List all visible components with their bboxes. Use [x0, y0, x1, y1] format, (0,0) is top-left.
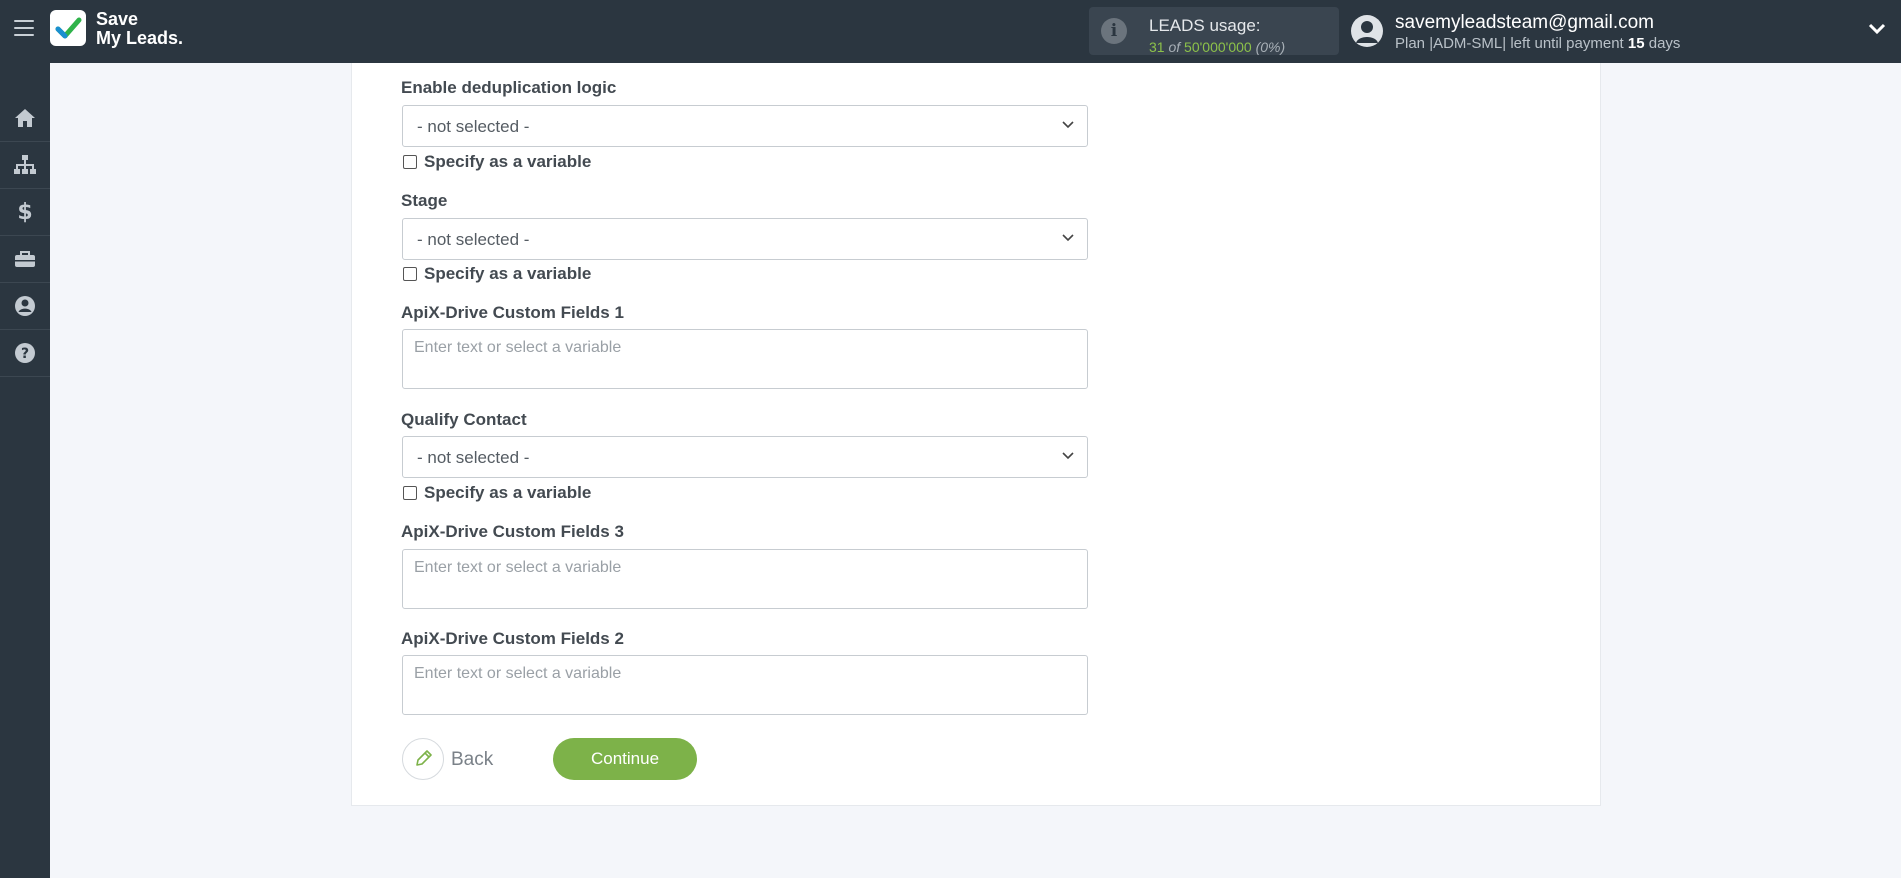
variable-option-stage: Specify as a variable	[403, 264, 591, 284]
field-label-custom-fields-2: ApiX-Drive Custom Fields 2	[401, 629, 624, 648]
usage-title: LEADS usage:	[1149, 16, 1261, 35]
plan-days: 15	[1627, 35, 1645, 52]
variable-checkbox-label: Specify as a variable	[424, 264, 592, 283]
variable-option-qualify-contact: Specify as a variable	[403, 483, 591, 503]
home-icon	[15, 109, 35, 127]
sidebar-item-connections[interactable]	[0, 142, 50, 189]
variable-option-deduplication: Specify as a variable	[403, 152, 591, 172]
sidebar-item-projects[interactable]	[0, 236, 50, 283]
help-icon: ?	[15, 343, 35, 363]
logo-line2: My Leads.	[96, 28, 184, 48]
custom-fields-1-box	[402, 329, 1088, 389]
custom-fields-2-input[interactable]	[412, 664, 1056, 684]
back-label[interactable]: Back	[451, 749, 493, 771]
plan-info: Plan |ADM-SML| left until payment 15 day…	[1395, 35, 1680, 52]
select-value: - not selected -	[417, 117, 530, 136]
usage-of: of	[1168, 39, 1181, 55]
svg-text:?: ?	[21, 346, 29, 362]
usage-percent: (0%)	[1255, 39, 1286, 55]
custom-fields-3-box	[402, 549, 1088, 609]
sidebar-item-billing[interactable]: $	[0, 189, 50, 236]
select-value: - not selected -	[417, 230, 530, 249]
variable-checkbox-label: Specify as a variable	[424, 152, 592, 171]
briefcase-icon	[15, 251, 35, 267]
avatar-icon[interactable]	[1351, 15, 1383, 47]
custom-fields-1-input[interactable]	[412, 338, 1056, 358]
field-label-deduplication: Enable deduplication logic	[401, 78, 617, 97]
chevron-down-icon	[1062, 121, 1074, 129]
top-bar: Save My Leads. i LEADS usage: 31 of 50'0…	[0, 0, 1901, 63]
info-icon: i	[1101, 18, 1127, 44]
sidebar-item-home[interactable]	[0, 95, 50, 142]
variable-checkbox[interactable]	[403, 267, 417, 281]
qualify-contact-select[interactable]: - not selected -	[402, 436, 1088, 478]
dollar-icon: $	[17, 199, 33, 225]
select-value: - not selected -	[417, 448, 530, 467]
plan-suffix: days	[1648, 35, 1681, 52]
variable-checkbox[interactable]	[403, 155, 417, 169]
field-label-custom-fields-3: ApiX-Drive Custom Fields 3	[401, 522, 624, 541]
menu-icon[interactable]	[14, 20, 34, 38]
usage-total: 50'000'000	[1184, 39, 1252, 55]
logo-line1: Save	[96, 9, 139, 29]
chevron-down-icon	[1062, 452, 1074, 460]
back-button[interactable]	[402, 738, 444, 780]
logo-icon[interactable]	[50, 10, 86, 46]
usage-used: 31	[1149, 39, 1165, 55]
chevron-down-icon	[1062, 234, 1074, 242]
usage-count: 31 of 50'000'000 (0%)	[1149, 39, 1285, 55]
sidebar-item-account[interactable]	[0, 283, 50, 330]
custom-fields-3-input[interactable]	[412, 558, 1056, 578]
logo-text[interactable]: Save My Leads.	[96, 10, 183, 48]
chevron-down-icon[interactable]	[1867, 22, 1887, 36]
custom-fields-2-box	[402, 655, 1088, 715]
field-label-qualify-contact: Qualify Contact	[401, 410, 527, 429]
continue-button[interactable]: Continue	[553, 738, 697, 780]
variable-checkbox-label: Specify as a variable	[424, 483, 592, 502]
sitemap-icon	[14, 155, 36, 174]
stage-select[interactable]: - not selected -	[402, 218, 1088, 260]
pencil-icon	[416, 750, 432, 766]
account-email[interactable]: savemyleadsteam@gmail.com	[1395, 12, 1654, 34]
deduplication-select[interactable]: - not selected -	[402, 105, 1088, 147]
sidebar: $ ?	[0, 63, 50, 878]
leads-usage-panel: i LEADS usage: 31 of 50'000'000 (0%)	[1089, 7, 1339, 55]
field-label-stage: Stage	[401, 191, 448, 210]
user-icon	[15, 296, 35, 316]
variable-checkbox[interactable]	[403, 486, 417, 500]
field-label-custom-fields-1: ApiX-Drive Custom Fields 1	[401, 303, 624, 322]
sidebar-item-help[interactable]: ?	[0, 330, 50, 377]
plan-prefix: Plan |ADM-SML| left until payment	[1395, 35, 1624, 52]
